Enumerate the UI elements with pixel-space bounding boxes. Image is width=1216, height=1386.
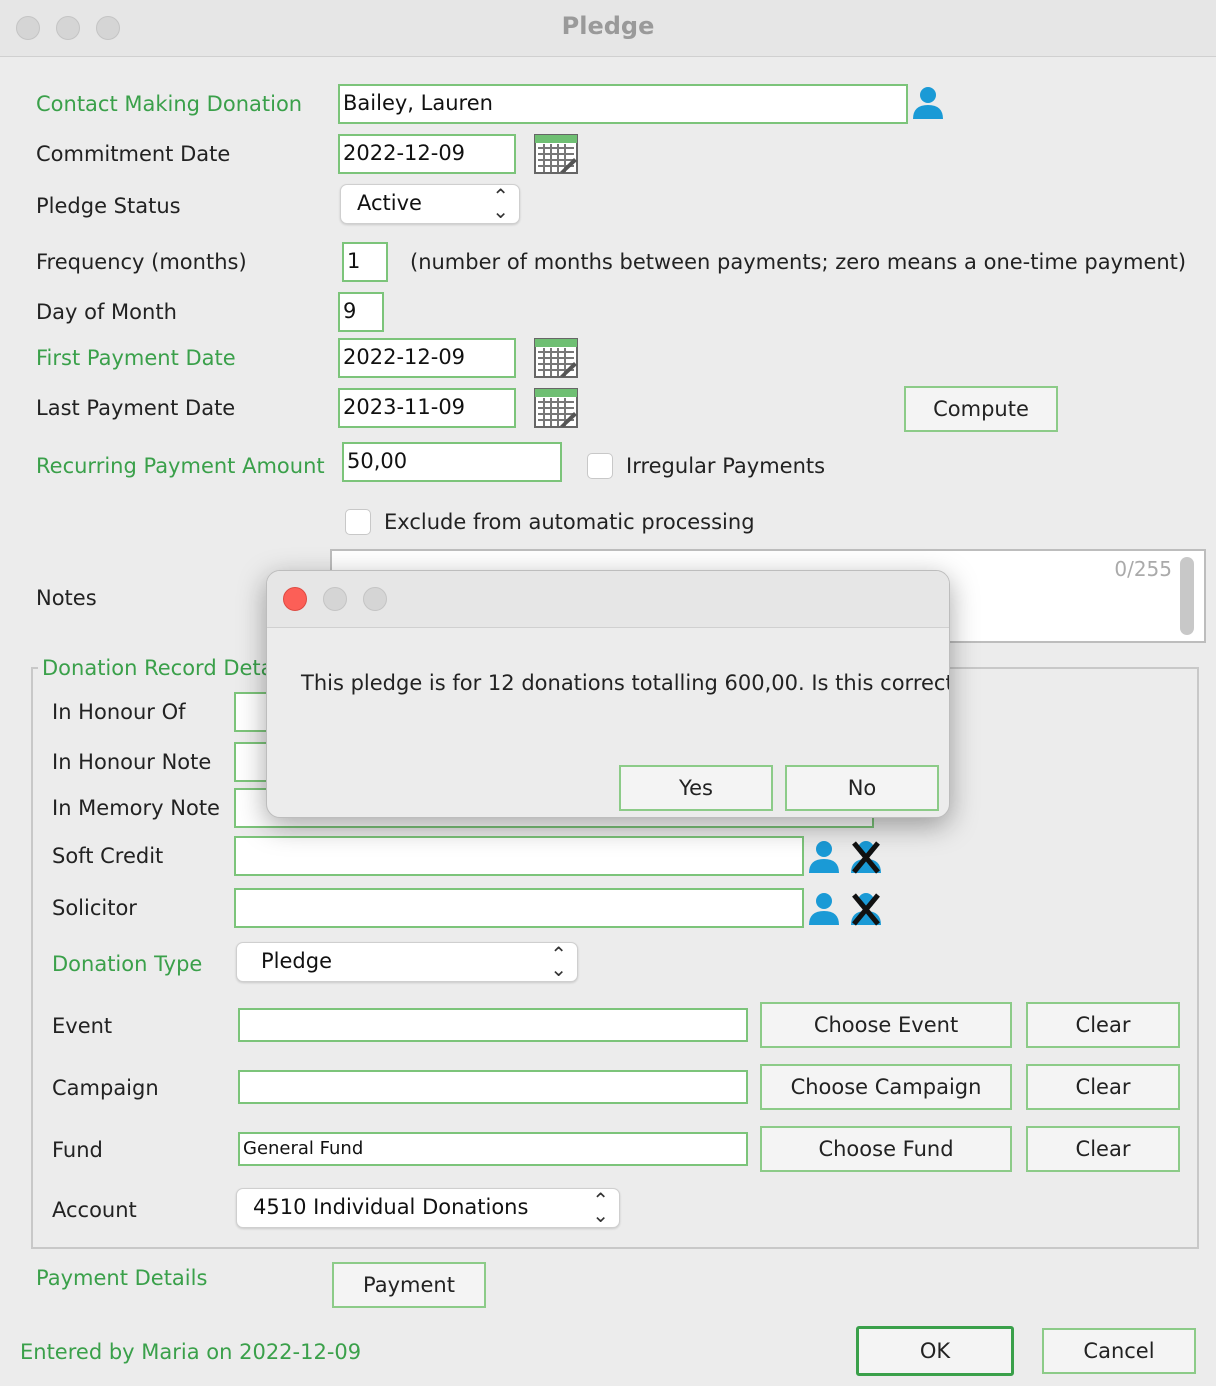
first-payment-label: First Payment Date	[36, 346, 236, 370]
no-button[interactable]: No	[785, 765, 939, 811]
dialog-message: This pledge is for 12 donations totallin…	[301, 671, 950, 695]
entered-by-text: Entered by Maria on 2022-12-09	[20, 1340, 362, 1364]
event-field[interactable]	[238, 1008, 748, 1042]
fund-field[interactable]: General Fund	[238, 1132, 748, 1166]
choose-event-button[interactable]: Choose Event	[760, 1002, 1012, 1048]
donation-type-value: Pledge	[261, 949, 332, 973]
select-solicitor-icon[interactable]	[806, 892, 842, 926]
last-payment-calendar-icon[interactable]	[534, 388, 578, 428]
title-bar: Pledge	[0, 0, 1216, 57]
recurring-amount-label: Recurring Payment Amount	[36, 454, 325, 478]
campaign-label: Campaign	[52, 1076, 159, 1100]
cancel-button[interactable]: Cancel	[1042, 1328, 1196, 1374]
contact-label: Contact Making Donation	[36, 92, 303, 116]
first-payment-field[interactable]: 2022-12-09	[338, 338, 516, 378]
solicitor-field[interactable]	[234, 888, 804, 928]
commitment-date-field[interactable]: 2022-12-09	[338, 134, 516, 174]
commitment-date-label: Commitment Date	[36, 142, 231, 166]
campaign-field[interactable]	[238, 1070, 748, 1104]
payment-details-label: Payment Details	[36, 1266, 208, 1290]
frequency-label: Frequency (months)	[36, 250, 247, 274]
last-payment-field[interactable]: 2023-11-09	[338, 388, 516, 428]
last-payment-label: Last Payment Date	[36, 396, 236, 420]
choose-fund-button[interactable]: Choose Fund	[760, 1126, 1012, 1172]
donation-type-label: Donation Type	[52, 952, 203, 976]
frequency-hint: (number of months between payments; zero…	[410, 250, 1187, 274]
dialog-close-button[interactable]	[283, 587, 307, 611]
contact-field[interactable]: Bailey, Lauren	[338, 84, 908, 124]
event-label: Event	[52, 1014, 113, 1038]
first-payment-calendar-icon[interactable]	[534, 338, 578, 378]
pledge-status-value: Active	[357, 191, 422, 215]
payment-button[interactable]: Payment	[332, 1262, 486, 1308]
clear-soft-credit-icon[interactable]	[848, 840, 884, 874]
fund-label: Fund	[52, 1138, 103, 1162]
in-honour-note-label: In Honour Note	[52, 750, 212, 774]
updown-chevron-icon: ⌃ ⌄	[550, 942, 567, 981]
notes-scrollbar[interactable]	[1180, 557, 1194, 635]
clear-fund-button[interactable]: Clear	[1026, 1126, 1180, 1172]
ok-button[interactable]: OK	[856, 1326, 1014, 1376]
in-memory-note-label: In Memory Note	[52, 796, 220, 820]
notes-label: Notes	[36, 586, 97, 610]
yes-button[interactable]: Yes	[619, 765, 773, 811]
pledge-status-select[interactable]: Active ⌃ ⌄	[340, 184, 520, 224]
clear-campaign-button[interactable]: Clear	[1026, 1064, 1180, 1110]
dialog-title-bar	[267, 571, 949, 628]
pledge-window: Pledge Contact Making Donation Bailey, L…	[0, 0, 1216, 1386]
irregular-payments-label: Irregular Payments	[626, 454, 826, 478]
exclude-auto-checkbox[interactable]	[345, 509, 371, 535]
account-select[interactable]: 4510 Individual Donations ⌃ ⌄	[236, 1188, 620, 1228]
choose-campaign-button[interactable]: Choose Campaign	[760, 1064, 1012, 1110]
recurring-amount-field[interactable]: 50,00	[342, 442, 562, 482]
updown-chevron-icon: ⌃ ⌄	[492, 184, 509, 223]
irregular-payments-checkbox[interactable]	[587, 453, 613, 479]
day-of-month-field[interactable]: 9	[338, 292, 384, 332]
clear-solicitor-icon[interactable]	[848, 892, 884, 926]
soft-credit-label: Soft Credit	[52, 844, 164, 868]
dialog-minimize-button[interactable]	[323, 587, 347, 611]
donation-record-legend: Donation Record Deta	[38, 654, 278, 682]
notes-char-counter: 0/255	[1114, 557, 1172, 581]
select-contact-icon[interactable]	[910, 86, 946, 120]
clear-event-button[interactable]: Clear	[1026, 1002, 1180, 1048]
in-honour-of-label: In Honour Of	[52, 700, 186, 724]
commitment-calendar-icon[interactable]	[534, 134, 578, 174]
account-value: 4510 Individual Donations	[253, 1195, 529, 1219]
confirmation-dialog: This pledge is for 12 donations totallin…	[266, 570, 950, 818]
compute-button[interactable]: Compute	[904, 386, 1058, 432]
donation-type-select[interactable]: Pledge ⌃ ⌄	[236, 942, 578, 982]
solicitor-label: Solicitor	[52, 896, 137, 920]
soft-credit-field[interactable]	[234, 836, 804, 876]
updown-chevron-icon: ⌃ ⌄	[592, 1188, 609, 1227]
dialog-zoom-button[interactable]	[363, 587, 387, 611]
account-label: Account	[52, 1198, 137, 1222]
exclude-auto-label: Exclude from automatic processing	[384, 510, 755, 534]
select-soft-credit-icon[interactable]	[806, 840, 842, 874]
pledge-status-label: Pledge Status	[36, 194, 181, 218]
frequency-field[interactable]: 1	[342, 242, 388, 282]
day-of-month-label: Day of Month	[36, 300, 177, 324]
window-title: Pledge	[561, 12, 655, 40]
